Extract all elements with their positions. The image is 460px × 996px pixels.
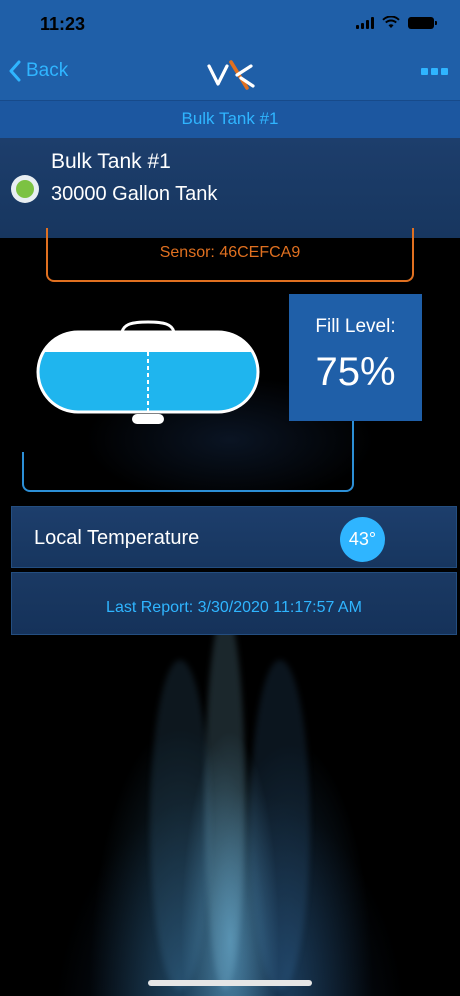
back-button[interactable]: Back — [8, 60, 68, 82]
vx-logo — [207, 60, 255, 90]
status-icons — [356, 16, 437, 29]
wifi-icon — [382, 16, 400, 28]
subtitle-band: Bulk Tank #1 — [0, 100, 460, 138]
status-bar: 11:23 — [0, 0, 460, 48]
subtitle-title: Bulk Tank #1 — [181, 109, 279, 128]
fill-level-card: Fill Level: 75% — [289, 294, 422, 421]
cellular-signal-icon — [356, 16, 374, 29]
nav-bar: Back — [0, 48, 460, 100]
tank-frame — [22, 452, 354, 492]
back-label: Back — [26, 60, 69, 81]
tank-name: Bulk Tank #1 — [51, 150, 171, 173]
tank-frame-connector — [352, 420, 354, 460]
home-indicator[interactable] — [148, 980, 312, 986]
tank-diagram-icon — [36, 320, 260, 424]
chevron-left-icon — [9, 60, 21, 82]
fill-level-value: 75% — [315, 350, 396, 394]
last-report-text: Last Report: 3/30/2020 11:17:57 AM — [106, 599, 362, 616]
status-time: 11:23 — [40, 14, 86, 34]
more-button[interactable] — [421, 68, 448, 75]
tank-capacity: 30000 Gallon Tank — [51, 183, 218, 205]
sensor-label: Sensor: 46CEFCA9 — [159, 244, 301, 261]
last-report-row: Last Report: 3/30/2020 11:17:57 AM — [11, 572, 457, 635]
temperature-label: Local Temperature — [34, 527, 200, 549]
status-indicator-icon — [11, 175, 39, 203]
fill-level-label: Fill Level: — [315, 316, 396, 337]
battery-icon — [408, 16, 437, 29]
temperature-badge: 43° — [340, 517, 385, 562]
temperature-row: Local Temperature 43° — [11, 506, 457, 568]
